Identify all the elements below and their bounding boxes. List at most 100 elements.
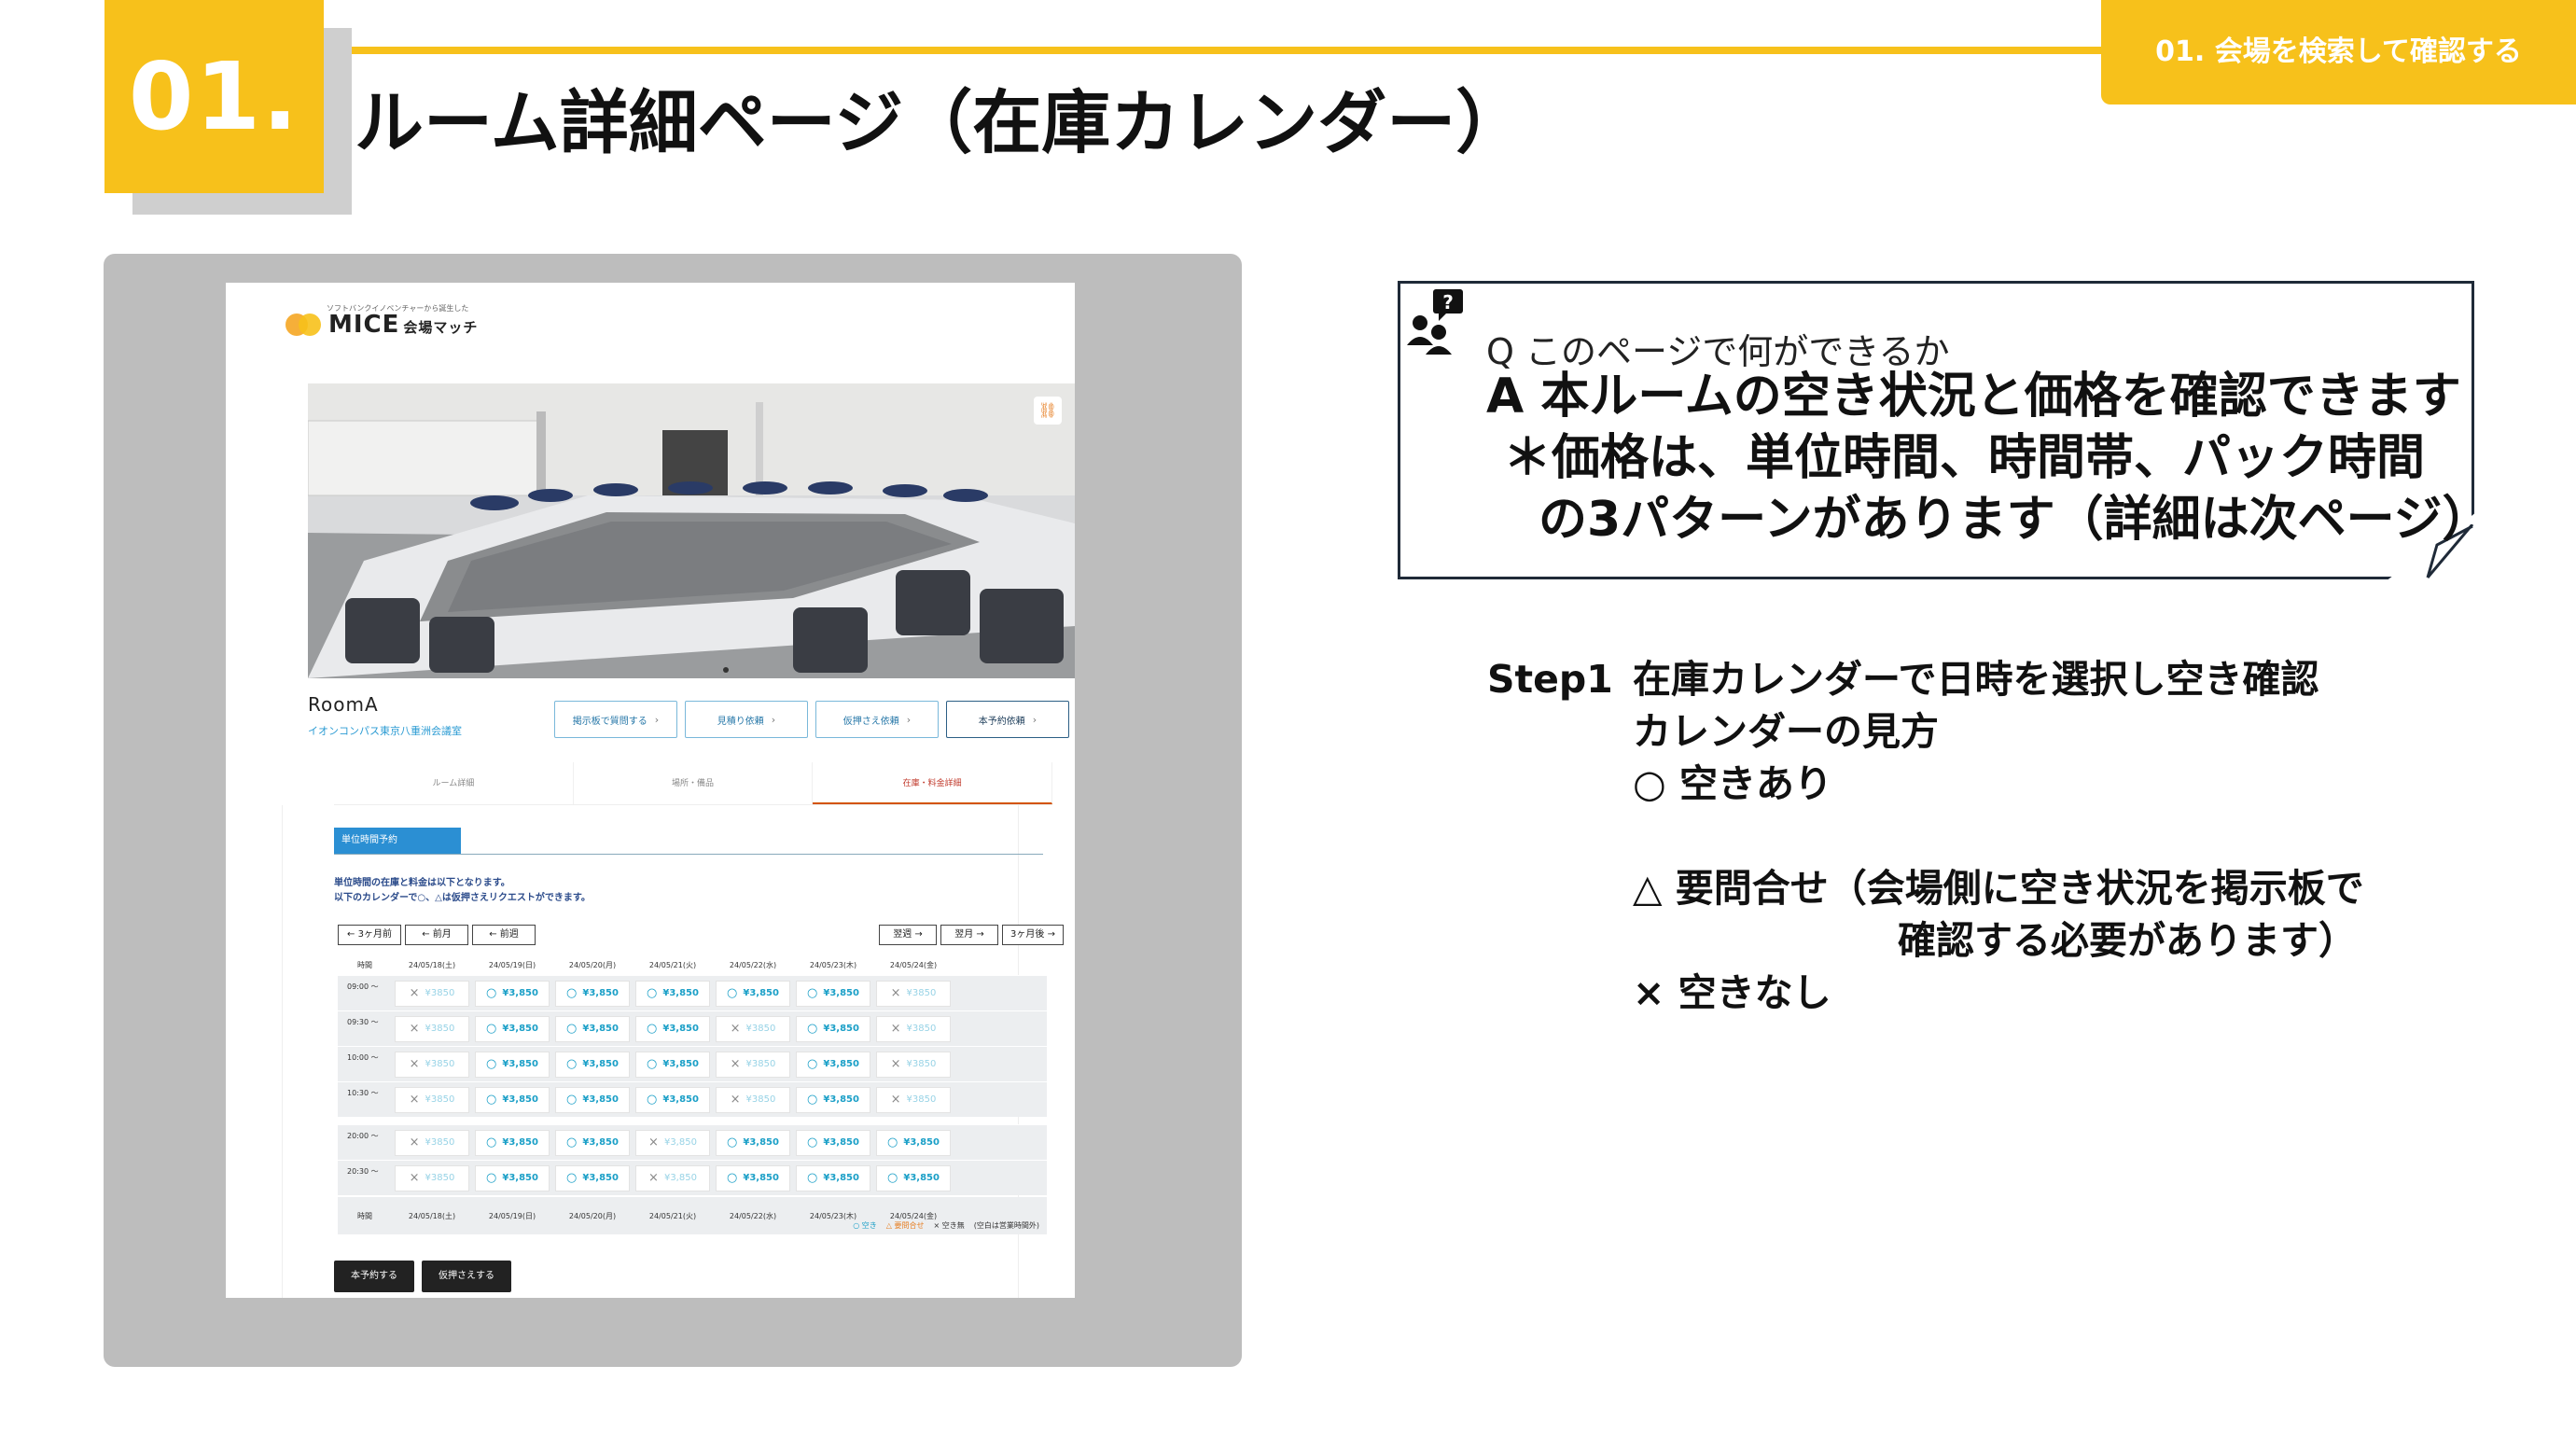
circle-icon: ○ [566,1136,578,1149]
slot-price: ¥3,850 [582,1059,619,1069]
slot-price: ¥3,850 [582,988,619,998]
tab-stock-price[interactable]: 在庫・料金詳細 [813,762,1053,804]
row-time: 09:30 〜 [347,1018,379,1026]
date-footer: 24/05/24(金) [889,1211,938,1220]
calendar-row: 20:30 〜 × ¥3850 ○ ¥3,850 ○ ¥3,850 × ¥3,850 ○ ¥3,85… [338,1160,1047,1195]
circle-icon: ○ [887,1171,898,1185]
nav-next-month[interactable]: 翌月 → [940,925,998,945]
slot-available[interactable]: ○ ¥3,850 [796,1129,870,1156]
nav-prev-week[interactable]: ← 前週 [472,925,536,945]
calendar-rows: 09:00 〜 × ¥3850 ○ ¥3,850 ○ ¥3,850 ○ ¥3,850 ○ ¥3,85… [338,975,1047,1195]
slot-available[interactable]: ○ ¥3,850 [555,1051,630,1078]
slot-price: ¥3850 [745,1024,776,1034]
slot-available[interactable]: ○ ¥3,850 [475,1129,550,1156]
slot-available[interactable]: ○ ¥3,850 [796,1164,870,1191]
estimate-request-button[interactable]: 見積り依頼 › [685,701,808,738]
row-time: 20:00 〜 [347,1132,379,1140]
slot-price: ¥3,850 [903,1137,940,1148]
link-icon[interactable]: ⛓ [1034,397,1062,425]
legend-inquiry: △ 要問合せ [885,1221,925,1230]
book-button[interactable]: 本予約する [334,1261,414,1292]
cross-icon: × [890,1093,901,1107]
circle-icon: ○ [727,1136,738,1149]
calendar-row: 10:00 〜 × ¥3850 ○ ¥3,850 ○ ¥3,850 ○ ¥3,850 × ¥3850… [338,1046,1047,1081]
slot-available[interactable]: ○ ¥3,850 [475,1086,550,1113]
slot-available[interactable]: ○ ¥3,850 [555,980,630,1007]
slot-available[interactable]: ○ ¥3,850 [475,1051,550,1078]
hold-button[interactable]: 仮押さえする [422,1261,511,1292]
circle-icon: ○ [807,1093,818,1107]
slot-available[interactable]: ○ ¥3,850 [555,1086,630,1113]
circle-icon: ○ [566,1093,578,1107]
slot-available[interactable]: ○ ¥3,850 [796,1015,870,1042]
date-header: 24/05/18(土) [408,960,456,969]
slot-available[interactable]: ○ ¥3,850 [635,1051,710,1078]
nav-next-3months[interactable]: 3ヶ月後 → [1002,925,1064,945]
booking-request-button[interactable]: 本予約依頼 › [946,701,1069,738]
tab-room-detail[interactable]: ルーム詳細 [334,762,574,804]
slot-available[interactable]: ○ ¥3,850 [876,1164,951,1191]
room-name: RoomA [308,693,379,716]
slot-available[interactable]: ○ ¥3,850 [716,1129,790,1156]
step-line: 確認する必要があります） [1898,918,2357,963]
slot-price: ¥3850 [745,1059,776,1069]
hold-request-button[interactable]: 仮押さえ依頼 › [815,701,939,738]
circle-icon: ○ [807,1171,818,1185]
section-rule [334,854,1043,855]
slot-available[interactable]: ○ ¥3,850 [555,1015,630,1042]
tab-location[interactable]: 場所・備品 [574,762,814,804]
slot-available[interactable]: ○ ¥3,850 [635,1086,710,1113]
circle-icon: ○ [727,1171,738,1185]
slot-price: ¥3,850 [663,1173,697,1183]
slot-unavailable: × ¥3,850 [635,1129,710,1156]
circle-icon: ○ [486,1057,497,1071]
section-header: 単位時間予約 [334,828,461,854]
nav-next-week[interactable]: 翌週 → [879,925,937,945]
slot-available[interactable]: ○ ¥3,850 [475,1164,550,1191]
slot-unavailable: × ¥3850 [876,1015,951,1042]
detail-tabs: ルーム詳細 場所・備品 在庫・料金詳細 [334,762,1053,805]
slot-available[interactable]: ○ ¥3,850 [475,1015,550,1042]
slot-available[interactable]: ○ ¥3,850 [635,1015,710,1042]
nav-prev-3months[interactable]: ← 3ヶ月前 [338,925,401,945]
slot-price: ¥3850 [745,1094,776,1105]
slot-unavailable: × ¥3850 [395,1086,469,1113]
slot-available[interactable]: ○ ¥3,850 [635,980,710,1007]
slot-available[interactable]: ○ ¥3,850 [796,1051,870,1078]
slot-price: ¥3850 [425,1137,455,1148]
row-time: 09:00 〜 [347,982,379,991]
slot-unavailable: × ¥3850 [395,980,469,1007]
row-time: 10:00 〜 [347,1053,379,1062]
slot-available[interactable]: ○ ¥3,850 [555,1164,630,1191]
slot-available[interactable]: ○ ¥3,850 [796,1086,870,1113]
slot-price: ¥3,850 [582,1024,619,1034]
slot-available[interactable]: ○ ¥3,850 [475,980,550,1007]
slot-price: ¥3850 [425,988,455,998]
slot-available[interactable]: ○ ¥3,850 [716,1164,790,1191]
slot-price: ¥3850 [906,1094,937,1105]
cross-icon: × [890,1022,901,1036]
slot-available[interactable]: ○ ¥3,850 [876,1129,951,1156]
row-time: 10:30 〜 [347,1089,379,1097]
venue-link[interactable]: イオンコンパス東京八重洲会議室 [308,723,462,738]
nav-prev-month[interactable]: ← 前月 [405,925,468,945]
slot-price: ¥3,850 [582,1137,619,1148]
date-header: 24/05/24(金) [889,960,938,969]
slot-price: ¥3,850 [502,1137,538,1148]
circle-icon: ○ [807,1022,818,1036]
date-header: 24/05/19(日) [488,960,536,969]
slot-available[interactable]: ○ ¥3,850 [716,980,790,1007]
row-time: 20:30 〜 [347,1167,379,1176]
ask-board-button[interactable]: 掲示板で質問する › [554,701,677,738]
slot-price: ¥3,850 [743,1137,779,1148]
site-logo[interactable]: MICE 会場マッチ [285,311,478,339]
slot-price: ¥3,850 [502,1094,538,1105]
slot-available[interactable]: ○ ¥3,850 [796,980,870,1007]
slot-available[interactable]: ○ ¥3,850 [555,1129,630,1156]
step-line: ○ 空きあり [1633,761,1833,806]
slot-price: ¥3,850 [903,1173,940,1183]
carousel-dot[interactable] [723,667,729,673]
slot-price: ¥3850 [425,1059,455,1069]
slot-price: ¥3850 [906,1024,937,1034]
cross-icon: × [648,1136,659,1149]
